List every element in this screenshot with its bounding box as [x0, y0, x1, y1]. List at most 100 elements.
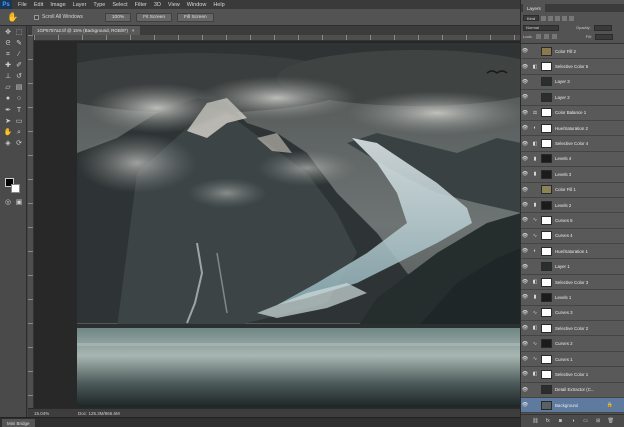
visibility-eye-icon[interactable]: 👁	[521, 233, 529, 239]
zoom-level[interactable]: 15.04%	[28, 411, 74, 416]
actual-pixels-button[interactable]: 100%	[104, 12, 132, 22]
hand-tool-icon[interactable]: ✋	[3, 128, 13, 137]
layer-row[interactable]: 👁 ∿ Curves 5	[521, 213, 624, 229]
rotate-view-icon[interactable]: ⟳	[14, 139, 24, 148]
visibility-eye-icon[interactable]: 👁	[521, 279, 529, 285]
visibility-eye-icon[interactable]: 👁	[521, 341, 529, 347]
layer-thumbnail[interactable]	[541, 77, 552, 87]
layer-thumbnail[interactable]	[541, 400, 552, 410]
visibility-eye-icon[interactable]: 👁	[521, 187, 529, 193]
menu-view[interactable]: View	[168, 2, 180, 8]
layer-row[interactable]: 👁 Color Fill 2	[521, 44, 624, 60]
layer-row[interactable]: 👁 ◧ Selective Color 4	[521, 136, 624, 152]
fill-screen-button[interactable]: Fill Screen	[177, 12, 214, 22]
visibility-eye-icon[interactable]: 👁	[521, 202, 529, 208]
menu-file[interactable]: File	[18, 2, 27, 8]
layer-thumbnail[interactable]	[541, 231, 552, 241]
healing-brush-icon[interactable]: ✚	[3, 61, 13, 70]
layer-thumbnail[interactable]	[541, 323, 552, 333]
layer-thumbnail[interactable]	[541, 339, 552, 349]
layer-row[interactable]: 👁 ⚖ Color Balance 1	[521, 105, 624, 121]
visibility-eye-icon[interactable]: 👁	[521, 371, 529, 377]
visibility-eye-icon[interactable]: 👁	[521, 248, 529, 254]
layer-thumbnail[interactable]	[541, 246, 552, 256]
menu-filter[interactable]: Filter	[135, 2, 147, 8]
move-tool-icon[interactable]: ✥	[3, 28, 13, 37]
layer-row[interactable]: 👁 ◐ Hue/Saturation 2	[521, 120, 624, 137]
new-layer-icon[interactable]: ⊞	[595, 418, 601, 424]
visibility-eye-icon[interactable]: 👁	[521, 125, 529, 131]
layer-row[interactable]: 👁 ∿ Curves 3	[521, 305, 624, 322]
layer-thumbnail[interactable]	[541, 123, 552, 133]
close-tab-icon[interactable]: ×	[132, 28, 135, 33]
layers-tab[interactable]: Layers	[523, 4, 545, 12]
quick-select-tool-icon[interactable]: ✎	[14, 39, 24, 48]
layer-row[interactable]: 👁 Layer 2	[521, 90, 624, 106]
layer-row[interactable]: 👁 ◧ Selective Color 2	[521, 321, 624, 337]
visibility-eye-icon[interactable]: 👁	[521, 94, 529, 100]
fit-screen-button[interactable]: Fit Screen	[136, 12, 173, 22]
checkbox-box[interactable]	[34, 14, 39, 20]
visibility-eye-icon[interactable]: 👁	[521, 264, 529, 270]
lock-pixels-icon[interactable]	[535, 34, 541, 39]
menu-layer[interactable]: Layer	[73, 2, 87, 8]
lock-all-icon[interactable]	[551, 34, 557, 39]
image-canvas[interactable]	[77, 43, 521, 407]
layer-row[interactable]: 👁 ∿ Curves 1	[521, 351, 624, 368]
visibility-eye-icon[interactable]: 👁	[521, 64, 529, 70]
screen-mode-icon[interactable]: ▣	[14, 198, 24, 207]
layer-row[interactable]: 👁 ◐ Hue/Saturation 1	[521, 244, 624, 260]
zoom-tool-icon[interactable]: ⌕	[14, 128, 24, 137]
visibility-eye-icon[interactable]: 👁	[521, 387, 529, 393]
visibility-eye-icon[interactable]: 👁	[521, 294, 529, 300]
type-filter-icon[interactable]	[555, 15, 561, 21]
layer-thumbnail[interactable]	[541, 139, 552, 149]
layer-thumbnail[interactable]	[541, 169, 552, 179]
layer-row[interactable]: 👁 Background 🔒	[521, 397, 624, 414]
pen-tool-icon[interactable]: ✒	[3, 106, 13, 115]
fill-field[interactable]	[594, 33, 613, 40]
layer-thumbnail[interactable]	[541, 215, 552, 225]
layer-thumbnail[interactable]	[541, 262, 552, 272]
layer-thumbnail[interactable]	[541, 385, 552, 395]
menu-edit[interactable]: Edit	[34, 2, 43, 8]
blur-tool-icon[interactable]: ●	[3, 94, 13, 103]
menu-help[interactable]: Help	[213, 2, 224, 8]
layer-thumbnail[interactable]	[541, 354, 552, 364]
shape-tool-icon[interactable]: ▭	[14, 117, 24, 126]
history-brush-icon[interactable]: ↺	[14, 72, 24, 81]
menu-3d[interactable]: 3D	[154, 2, 161, 8]
layer-row[interactable]: 👁 ∿ Curves 2	[521, 336, 624, 352]
layer-thumbnail[interactable]	[541, 46, 552, 56]
fx-icon[interactable]: fx	[545, 418, 551, 424]
layer-row[interactable]: 👁 ◧ Selective Color 5	[521, 59, 624, 75]
layer-row[interactable]: 👁 ▮ Levels 1	[521, 290, 624, 306]
visibility-eye-icon[interactable]: 👁	[521, 171, 529, 177]
opacity-field[interactable]	[593, 24, 612, 31]
blend-mode-select[interactable]: Normal	[523, 24, 559, 31]
scroll-all-windows-checkbox[interactable]: Scroll All Windows	[34, 14, 83, 20]
lock-position-icon[interactable]	[543, 34, 549, 39]
menu-type[interactable]: Type	[93, 2, 105, 8]
quick-mask-icon[interactable]: ◎	[3, 198, 13, 207]
pixel-filter-icon[interactable]	[541, 15, 547, 21]
visibility-eye-icon[interactable]: 👁	[521, 156, 529, 162]
adjustment-filter-icon[interactable]	[548, 15, 554, 21]
mask-icon[interactable]: ◙	[557, 418, 563, 424]
crop-tool-icon[interactable]: ⌗	[3, 50, 13, 59]
shape-filter-icon[interactable]	[562, 15, 568, 21]
hand-icon[interactable]: ✋	[6, 10, 20, 24]
clone-stamp-icon[interactable]: ⊥	[3, 72, 13, 81]
filter-kind-select[interactable]: Kind	[523, 15, 540, 21]
visibility-eye-icon[interactable]: 👁	[521, 110, 529, 116]
brush-tool-icon[interactable]: ✐	[14, 61, 24, 70]
path-select-icon[interactable]: ➤	[3, 117, 13, 126]
layer-thumbnail[interactable]	[541, 108, 552, 118]
type-tool-icon[interactable]: T	[14, 106, 24, 115]
adjustment-icon[interactable]: ◑	[570, 418, 576, 424]
layer-row[interactable]: 👁 Detail Extractor (C...	[521, 382, 624, 398]
layer-row[interactable]: 👁 ◧ Selective Color 3	[521, 274, 624, 291]
layer-thumbnail[interactable]	[541, 62, 552, 72]
layer-row[interactable]: 👁 ▮ Levels 4	[521, 151, 624, 168]
visibility-eye-icon[interactable]: 👁	[521, 217, 529, 223]
